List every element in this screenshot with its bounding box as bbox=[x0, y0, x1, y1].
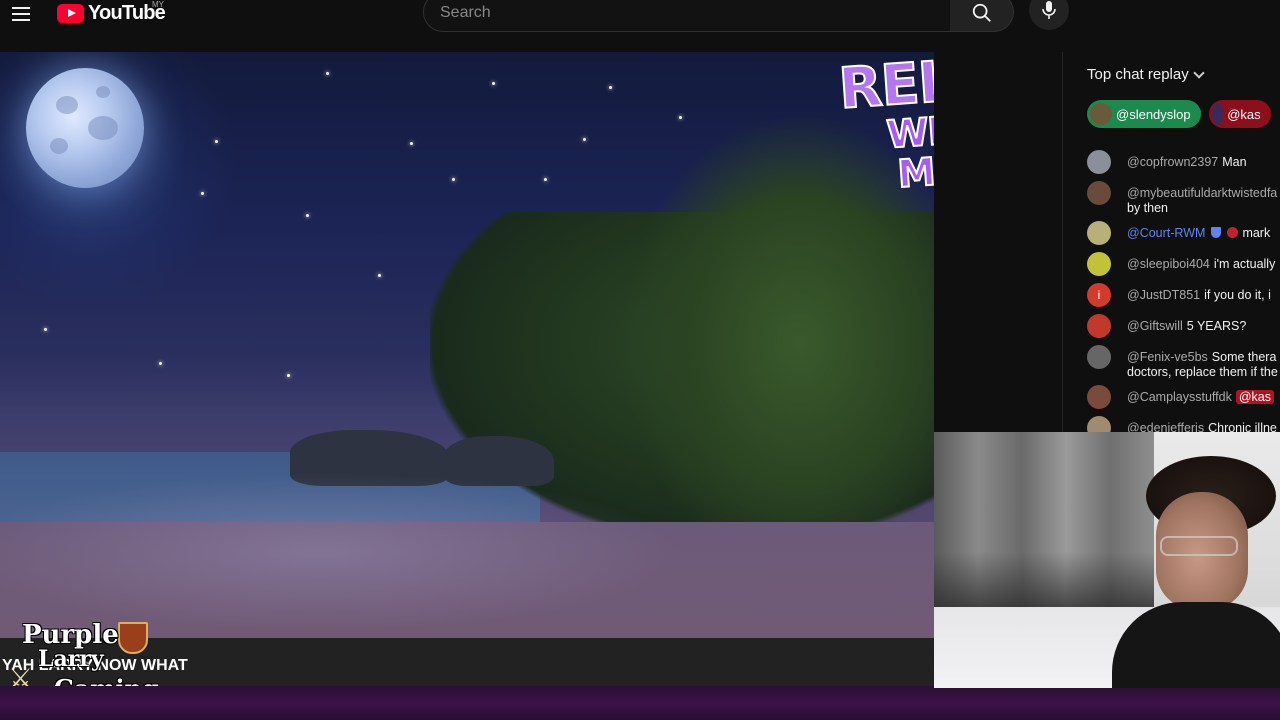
menu-icon[interactable] bbox=[10, 2, 34, 24]
microphone-icon bbox=[1042, 1, 1056, 19]
chat-text: Man bbox=[1222, 155, 1247, 169]
search-button[interactable] bbox=[950, 0, 1014, 32]
app-root: YouTube MY Search RELAX WITH MAX YAH LAR… bbox=[0, 0, 1280, 720]
chat-author: @Court-RWM bbox=[1127, 226, 1206, 240]
chat-message[interactable]: @Camplaysstuffdk @kas bbox=[1087, 385, 1280, 416]
chat-message[interactable]: @Fenix-ve5bs Some thera doctors, replace t… bbox=[1087, 345, 1280, 385]
chat-mention[interactable]: @kas bbox=[1235, 390, 1275, 404]
moderator-shield-icon bbox=[1211, 227, 1222, 238]
chat-text: i'm actually bbox=[1213, 257, 1276, 271]
video-player[interactable]: RELAX WITH MAX bbox=[0, 52, 934, 638]
chat-mode-label: Top chat replay bbox=[1087, 66, 1189, 83]
avatar bbox=[1087, 252, 1111, 276]
chat-text-line2: doctors, replace them if the bbox=[1127, 365, 1278, 379]
chat-text: mark bbox=[1242, 226, 1271, 240]
avatar bbox=[1087, 385, 1111, 409]
avatar bbox=[1087, 150, 1111, 174]
logo-line2: Larry bbox=[38, 646, 104, 672]
search-icon bbox=[972, 3, 991, 22]
chat-author: @JustDT851 bbox=[1127, 288, 1201, 302]
chat-message[interactable]: @copfrown2397 Man bbox=[1087, 150, 1280, 181]
pinned-chip-kas[interactable]: @kas bbox=[1208, 100, 1271, 128]
chevron-down-icon bbox=[1193, 66, 1205, 79]
chat-author: @Giftswill bbox=[1127, 319, 1183, 333]
chip-label: @kas bbox=[1227, 106, 1261, 122]
streamer-glasses bbox=[1160, 536, 1238, 556]
chat-message[interactable]: i @JustDT851 if you do it, i bbox=[1087, 283, 1280, 314]
chat-author: @copfrown2397 bbox=[1127, 155, 1219, 169]
chat-author: @sleepiboi404 bbox=[1127, 257, 1210, 271]
chat-messages: @copfrown2397 Man @mybeautifuldarktwisted… bbox=[1087, 150, 1280, 447]
country-code: MY bbox=[152, 0, 164, 9]
member-badge-icon bbox=[1227, 227, 1239, 238]
crest-icon bbox=[118, 622, 148, 654]
chat-author: @mybeautifuldarktwistedfa bbox=[1127, 186, 1278, 200]
youtube-play-icon bbox=[57, 3, 84, 23]
chat-text: by then bbox=[1127, 201, 1169, 215]
chat-message[interactable]: @mybeautifuldarktwistedfa by then bbox=[1087, 181, 1280, 221]
stream-bottom-strip bbox=[0, 686, 1280, 720]
chat-author: @Camplaysstuffdk bbox=[1127, 390, 1232, 404]
chat-message[interactable]: @Court-RWM mark bbox=[1087, 221, 1280, 252]
chat-author: @Fenix-ve5bs bbox=[1127, 350, 1208, 364]
avatar bbox=[1090, 103, 1112, 125]
webcam-overlay bbox=[934, 432, 1280, 688]
chat-message[interactable]: @Giftswill 5 YEARS? bbox=[1087, 314, 1280, 345]
pinned-chips: @slendyslop @kas bbox=[1087, 100, 1271, 128]
avatar bbox=[1087, 345, 1111, 369]
relax-logo-line1: RELAX bbox=[836, 52, 934, 123]
voice-search-button[interactable] bbox=[1029, 0, 1069, 30]
chat-text: Some thera bbox=[1211, 350, 1277, 364]
chat-text: if you do it, i bbox=[1204, 288, 1271, 302]
search-input[interactable] bbox=[440, 1, 920, 25]
avatar bbox=[1087, 181, 1111, 205]
youtube-logo[interactable]: YouTube bbox=[57, 1, 166, 25]
masthead: YouTube MY bbox=[0, 0, 1280, 44]
relax-with-max-logo: RELAX WITH MAX bbox=[832, 52, 934, 198]
pinned-chip-slendyslop[interactable]: @slendyslop bbox=[1087, 100, 1201, 128]
chat-message[interactable]: @sleepiboi404 i'm actually bbox=[1087, 252, 1280, 283]
moon-image bbox=[26, 68, 144, 188]
chat-mode-dropdown[interactable]: Top chat replay bbox=[1087, 66, 1205, 83]
chat-text: 5 YEARS? bbox=[1186, 319, 1247, 333]
chip-label: @slendyslop bbox=[1116, 106, 1191, 122]
search-box bbox=[423, 0, 951, 32]
avatar bbox=[1087, 221, 1111, 245]
avatar bbox=[1211, 103, 1224, 125]
avatar: i bbox=[1087, 283, 1111, 307]
avatar bbox=[1087, 314, 1111, 338]
live-chat-panel: Top chat replay @slendyslop @kas @copfro… bbox=[1062, 52, 1280, 440]
